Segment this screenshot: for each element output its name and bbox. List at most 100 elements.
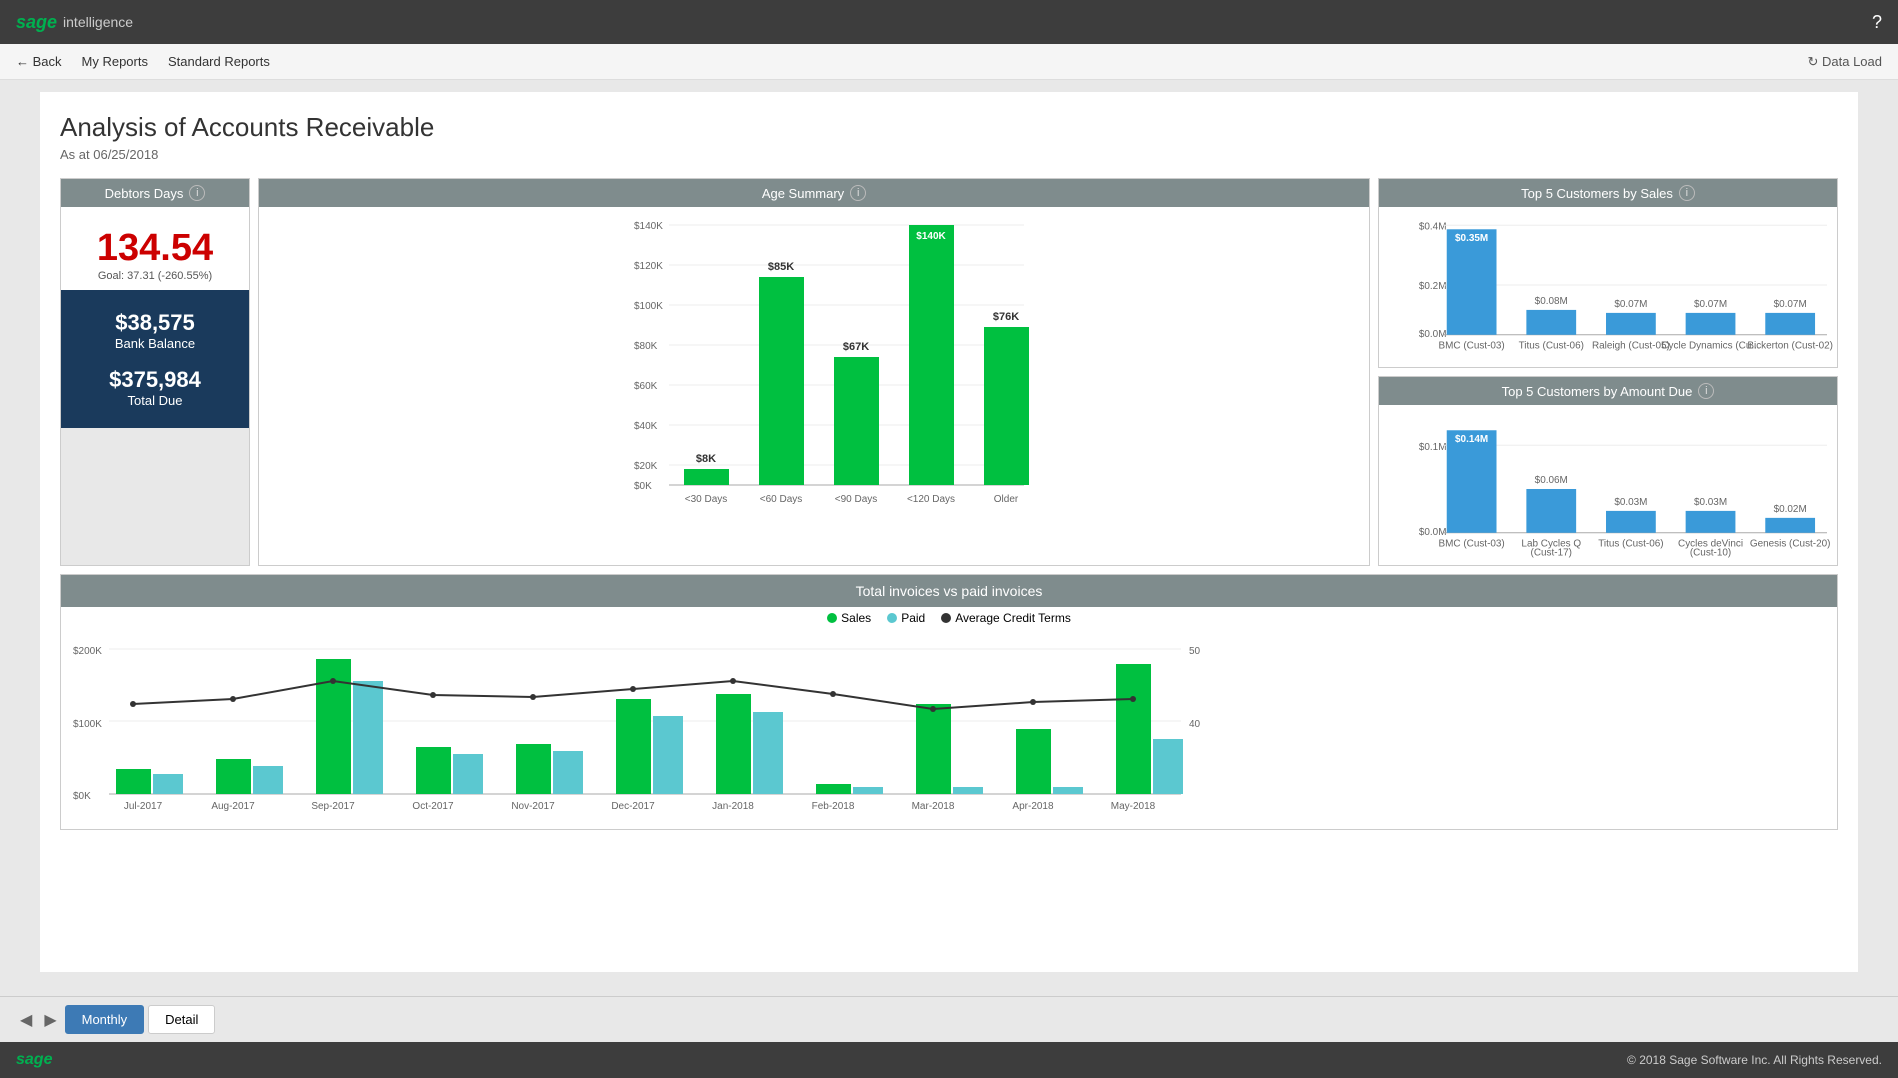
svg-text:May-2018: May-2018 xyxy=(1111,801,1156,812)
svg-text:Dec-2017: Dec-2017 xyxy=(611,801,655,812)
bank-balance-value: $38,575 xyxy=(71,310,239,336)
svg-text:(Cust-10): (Cust-10) xyxy=(1690,548,1731,559)
svg-text:<120 Days: <120 Days xyxy=(907,494,955,505)
invoices-chart-header: Total invoices vs paid invoices xyxy=(61,575,1837,607)
svg-text:$0.4M: $0.4M xyxy=(1419,221,1447,232)
legend-avg: Average Credit Terms xyxy=(941,611,1071,625)
svg-text:$140K: $140K xyxy=(634,221,663,232)
top5-amount-panel: Top 5 Customers by Amount Due i $0.1M $0… xyxy=(1378,376,1838,566)
svg-text:Titus (Cust-06): Titus (Cust-06) xyxy=(1519,341,1584,352)
svg-text:$0.1M: $0.1M xyxy=(1419,442,1447,453)
svg-text:$8K: $8K xyxy=(696,453,716,465)
svg-text:$0.2M: $0.2M xyxy=(1419,281,1447,292)
svg-text:$0.07M: $0.07M xyxy=(1694,299,1727,310)
svg-text:$140K: $140K xyxy=(916,231,946,242)
svg-text:$60K: $60K xyxy=(634,381,658,392)
detail-tab[interactable]: Detail xyxy=(148,1005,215,1034)
top5-sales-panel: Top 5 Customers by Sales i $0.4M $0.2M $… xyxy=(1378,178,1838,368)
avg-legend-dot xyxy=(941,613,951,623)
debtors-days-panel: Debtors Days i 134.54 Goal: 37.31 (-260.… xyxy=(60,178,250,566)
svg-text:Nov-2017: Nov-2017 xyxy=(511,801,555,812)
footer-copyright: © 2018 Sage Software Inc. All Rights Res… xyxy=(1627,1053,1882,1067)
svg-text:$0.06M: $0.06M xyxy=(1535,475,1568,486)
svg-text:Genesis (Cust-20): Genesis (Cust-20) xyxy=(1750,539,1831,550)
svg-text:$100K: $100K xyxy=(634,301,663,312)
svg-text:$0.07M: $0.07M xyxy=(1774,299,1807,310)
total-due-value: $375,984 xyxy=(71,367,239,393)
svg-text:Feb-2018: Feb-2018 xyxy=(812,801,855,812)
top5-amount-info-icon[interactable]: i xyxy=(1698,383,1714,399)
age-summary-info-icon[interactable]: i xyxy=(850,185,866,201)
svg-text:Bickerton (Cust-02): Bickerton (Cust-02) xyxy=(1747,341,1833,352)
top5-sales-info-icon[interactable]: i xyxy=(1679,185,1695,201)
monthly-tab[interactable]: Monthly xyxy=(65,1005,145,1034)
back-button[interactable]: ← Back xyxy=(16,54,62,69)
svg-text:Jan-2018: Jan-2018 xyxy=(712,801,754,812)
legend-sales: Sales xyxy=(827,611,871,625)
sales-legend-label: Sales xyxy=(841,611,871,625)
debtors-value: 134.54 xyxy=(61,215,249,270)
svg-text:$0.03M: $0.03M xyxy=(1614,497,1647,508)
svg-text:$200K: $200K xyxy=(73,646,102,657)
help-icon[interactable]: ? xyxy=(1872,12,1882,33)
debtors-goal: Goal: 37.31 (-260.55%) xyxy=(61,270,249,290)
debtors-days-header: Debtors Days i xyxy=(61,179,249,207)
dashboard-row1: Debtors Days i 134.54 Goal: 37.31 (-260.… xyxy=(60,178,1838,566)
standard-reports-link[interactable]: Standard Reports xyxy=(168,54,270,69)
svg-text:Oct-2017: Oct-2017 xyxy=(412,801,454,812)
top5-column: Top 5 Customers by Sales i $0.4M $0.2M $… xyxy=(1378,178,1838,566)
logo-product: intelligence xyxy=(63,14,133,30)
svg-text:$0.07M: $0.07M xyxy=(1614,299,1647,310)
age-summary-panel: Age Summary i $140K $120K $100K $80K $60… xyxy=(258,178,1370,566)
second-nav: ← Back My Reports Standard Reports ↻ Dat… xyxy=(0,44,1898,80)
age-summary-chart: $140K $120K $100K $80K $60K $40K $20K $0… xyxy=(259,207,1369,547)
top5-amount-chart: $0.1M $0.0M $0.14M BMC (Cust-03) $0.06M … xyxy=(1379,405,1837,565)
avg-legend-label: Average Credit Terms xyxy=(955,611,1071,625)
svg-text:BMC (Cust-03): BMC (Cust-03) xyxy=(1438,539,1504,550)
svg-text:Jul-2017: Jul-2017 xyxy=(124,801,163,812)
svg-text:$80K: $80K xyxy=(634,341,658,352)
svg-text:(Cust-17): (Cust-17) xyxy=(1531,548,1572,559)
main-content: Analysis of Accounts Receivable As at 06… xyxy=(40,92,1858,972)
svg-text:Raleigh (Cust-05): Raleigh (Cust-05) xyxy=(1592,341,1670,352)
svg-text:$20K: $20K xyxy=(634,461,658,472)
svg-text:BMC (Cust-03): BMC (Cust-03) xyxy=(1438,341,1504,352)
logo-sage: sage xyxy=(16,12,57,33)
tab-prev-icon[interactable]: ◀ xyxy=(16,1010,36,1030)
invoices-chart-panel: Total invoices vs paid invoices Sales Pa… xyxy=(60,574,1838,830)
svg-text:Aug-2017: Aug-2017 xyxy=(211,801,255,812)
debtors-bottom: $38,575 Bank Balance $375,984 Total Due xyxy=(61,290,249,428)
page-title: Analysis of Accounts Receivable xyxy=(60,112,1838,143)
svg-text:$0.0M: $0.0M xyxy=(1419,329,1447,340)
svg-text:$100K: $100K xyxy=(73,719,102,730)
page-date: As at 06/25/2018 xyxy=(60,147,1838,162)
svg-text:$0.08M: $0.08M xyxy=(1535,296,1568,307)
svg-text:<30 Days: <30 Days xyxy=(685,494,728,505)
svg-text:Older: Older xyxy=(994,494,1019,505)
tabs-bar: ◀ ▶ Monthly Detail xyxy=(0,996,1898,1042)
debtors-info-icon[interactable]: i xyxy=(189,185,205,201)
svg-text:50: 50 xyxy=(1189,646,1201,657)
svg-text:$85K: $85K xyxy=(768,261,794,273)
footer: sage © 2018 Sage Software Inc. All Right… xyxy=(0,1042,1898,1078)
tab-next-icon[interactable]: ▶ xyxy=(40,1010,60,1030)
svg-text:Cycle Dynamics (Cu...: Cycle Dynamics (Cu... xyxy=(1661,341,1759,352)
top-nav: sage intelligence ? xyxy=(0,0,1898,44)
top5-sales-header: Top 5 Customers by Sales i xyxy=(1379,179,1837,207)
svg-text:$0.02M: $0.02M xyxy=(1774,504,1807,515)
app-logo: sage intelligence xyxy=(16,12,133,33)
svg-text:<60 Days: <60 Days xyxy=(760,494,803,505)
nav-links: ← Back My Reports Standard Reports xyxy=(16,54,270,69)
invoices-chart-content: $200K $100K $0K 50 40 Jul-2017 Aug-2017 xyxy=(61,629,1837,829)
svg-text:$0.0M: $0.0M xyxy=(1419,527,1447,538)
my-reports-link[interactable]: My Reports xyxy=(82,54,148,69)
top5-amount-header: Top 5 Customers by Amount Due i xyxy=(1379,377,1837,405)
svg-text:$76K: $76K xyxy=(993,311,1019,323)
data-load-button[interactable]: ↻ Data Load xyxy=(1808,54,1883,70)
svg-text:Mar-2018: Mar-2018 xyxy=(912,801,955,812)
bank-balance-label: Bank Balance xyxy=(71,336,239,351)
svg-text:$0.03M: $0.03M xyxy=(1694,497,1727,508)
svg-text:40: 40 xyxy=(1189,719,1201,730)
svg-text:$40K: $40K xyxy=(634,421,658,432)
svg-text:$67K: $67K xyxy=(843,341,869,353)
